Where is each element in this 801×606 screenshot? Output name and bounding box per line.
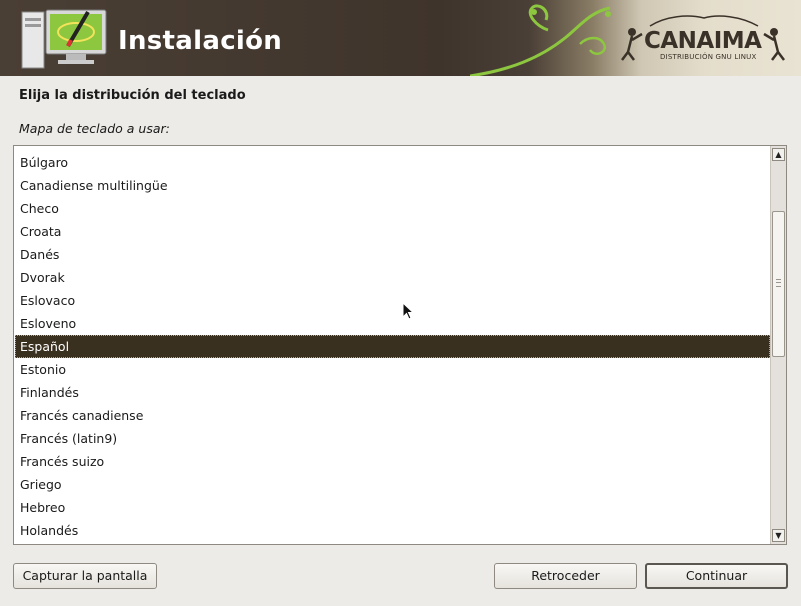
list-item[interactable]: Griego — [15, 473, 770, 496]
scrollbar-thumb[interactable] — [772, 211, 785, 357]
list-item[interactable]: Hebreo — [15, 496, 770, 519]
list-item[interactable]: Búlgaro — [15, 151, 770, 174]
list-item[interactable]: Estonio — [15, 358, 770, 381]
list-item[interactable]: Esloveno — [15, 312, 770, 335]
list-item[interactable]: Francés canadiense — [15, 404, 770, 427]
list-item[interactable]: Holandés — [15, 519, 770, 542]
scroll-down-arrow-icon[interactable]: ▼ — [772, 529, 785, 542]
vertical-scrollbar[interactable]: ▲ ▼ — [770, 146, 786, 544]
installer-computer-icon — [21, 9, 107, 69]
mouse-pointer-icon — [402, 302, 414, 320]
scrollbar-grip-icon — [776, 279, 781, 287]
section-title: Elija la distribución del teclado — [19, 88, 246, 103]
list-item[interactable]: Croata — [15, 220, 770, 243]
list-item[interactable]: Danés — [15, 243, 770, 266]
keymap-list[interactable]: Búlgaro Canadiense multilingüe Checo Croata… — [15, 151, 770, 542]
canaima-wordmark: CANAIMA — [644, 28, 762, 54]
canaima-subtitle: DISTRIBUCIÓN GNU LINUX — [660, 53, 757, 61]
page-title: Instalación — [118, 26, 283, 56]
list-item[interactable]: Francés (latin9) — [15, 427, 770, 450]
back-button[interactable]: Retroceder — [494, 563, 637, 589]
list-item[interactable]: Francés suizo — [15, 450, 770, 473]
list-item[interactable]: Checo — [15, 197, 770, 220]
list-item[interactable]: Canadiense multilingüe — [15, 174, 770, 197]
canaima-logo: CANAIMA DISTRIBUCIÓN GNU LINUX — [618, 12, 788, 68]
keymap-listbox[interactable]: Búlgaro Canadiense multilingüe Checo Croata… — [13, 145, 787, 545]
header-banner: Instalación CANAIMA DISTRIBUCIÓN GNU LIN… — [0, 0, 801, 76]
list-item[interactable]: Dvorak — [15, 266, 770, 289]
list-item[interactable]: Eslovaco — [15, 289, 770, 312]
decorative-swirl — [470, 4, 611, 76]
keymap-list-label: Mapa de teclado a usar: — [19, 121, 170, 136]
list-item[interactable]: Finlandés — [15, 381, 770, 404]
list-item[interactable]: Español — [15, 335, 770, 358]
capture-screen-button[interactable]: Capturar la pantalla — [13, 563, 157, 589]
scroll-up-arrow-icon[interactable]: ▲ — [772, 148, 785, 161]
continue-button[interactable]: Continuar — [645, 563, 788, 589]
